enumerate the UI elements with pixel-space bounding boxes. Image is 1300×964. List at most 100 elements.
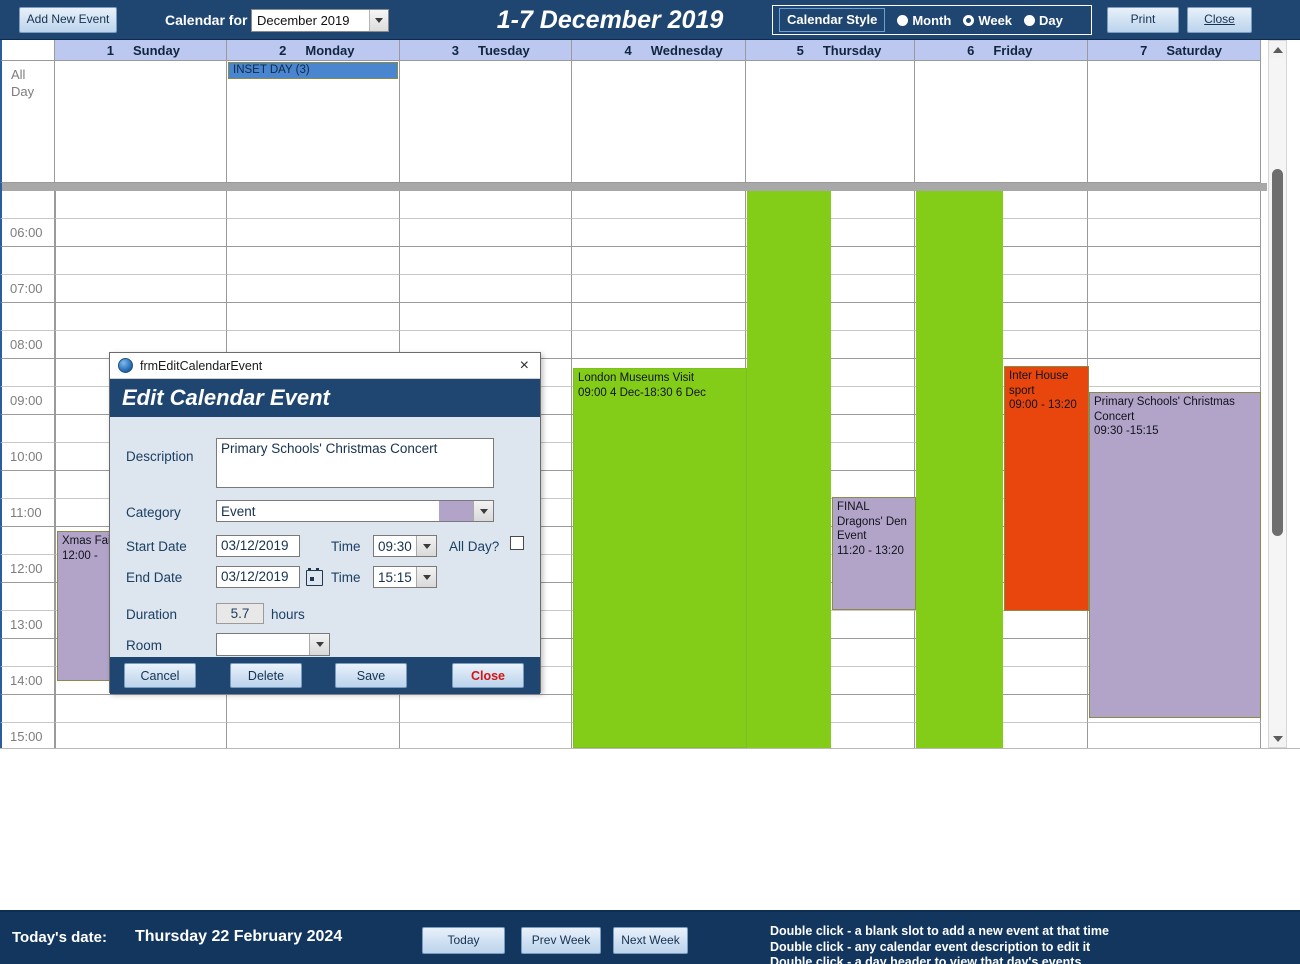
close-button[interactable]: Close bbox=[1187, 7, 1252, 33]
time-slot-cell[interactable] bbox=[227, 219, 400, 247]
time-slot-cell[interactable] bbox=[55, 219, 227, 247]
time-slot-cell[interactable] bbox=[227, 723, 400, 748]
all-day-cell-friday[interactable] bbox=[915, 61, 1088, 183]
radio-icon-month bbox=[897, 14, 909, 26]
time-slot-cell[interactable] bbox=[1088, 247, 1261, 275]
time-slot-cell[interactable] bbox=[227, 303, 400, 331]
dialog-close-button[interactable]: Close bbox=[452, 663, 524, 688]
time-slot-cell[interactable] bbox=[1088, 191, 1261, 219]
time-slot-cell[interactable] bbox=[55, 723, 227, 748]
today-button[interactable]: Today bbox=[422, 927, 505, 954]
time-label-blank bbox=[0, 415, 55, 443]
time-slot-cell[interactable] bbox=[1088, 359, 1261, 387]
all-day-cell-wednesday[interactable] bbox=[572, 61, 746, 183]
scroll-down-button[interactable] bbox=[1269, 730, 1286, 747]
grid-splitter[interactable] bbox=[0, 183, 1267, 191]
close-icon[interactable]: × bbox=[520, 357, 529, 374]
time-slot-cell[interactable] bbox=[400, 219, 572, 247]
all-day-cell-saturday[interactable] bbox=[1088, 61, 1261, 183]
time-slot-cell[interactable] bbox=[1088, 723, 1261, 748]
time-slot-cell[interactable] bbox=[55, 247, 227, 275]
day-header-thursday[interactable]: 5 Thursday bbox=[746, 40, 915, 61]
time-slot-cell[interactable] bbox=[55, 275, 227, 303]
month-year-select[interactable]: December 2019 bbox=[251, 9, 389, 32]
room-select[interactable] bbox=[216, 633, 330, 656]
time-slot-cell[interactable] bbox=[572, 219, 746, 247]
end-date-field[interactable]: 03/12/2019 bbox=[216, 566, 300, 588]
time-slot-cell[interactable] bbox=[1088, 331, 1261, 359]
description-field[interactable]: Primary Schools' Christmas Concert bbox=[216, 438, 494, 488]
time-grid-row bbox=[0, 303, 1267, 331]
all-day-cell-sunday[interactable] bbox=[55, 61, 227, 183]
scrollbar-track-lower[interactable] bbox=[1269, 536, 1286, 725]
radio-option-week[interactable]: Week bbox=[963, 13, 1012, 28]
time-label-0800: 08:00 bbox=[0, 331, 55, 359]
vertical-scrollbar[interactable] bbox=[1268, 40, 1287, 748]
time-slot-cell[interactable] bbox=[55, 303, 227, 331]
all-day-cell-thursday[interactable] bbox=[746, 61, 915, 183]
radio-option-month[interactable]: Month bbox=[897, 13, 951, 28]
add-new-event-button[interactable]: Add New Event bbox=[19, 7, 117, 33]
all-day-row: All Day INSET DAY (3) bbox=[0, 61, 1267, 183]
time-slot-cell[interactable] bbox=[1088, 303, 1261, 331]
time-slot-cell[interactable] bbox=[227, 275, 400, 303]
prev-week-button[interactable]: Prev Week bbox=[521, 927, 601, 954]
description-label: Description bbox=[126, 449, 194, 464]
time-slot-cell[interactable] bbox=[1088, 275, 1261, 303]
time-slot-cell[interactable] bbox=[55, 695, 227, 723]
calendar-event-inter-house-sport[interactable]: Inter House sport 09:00 - 13:20 bbox=[1004, 366, 1089, 611]
day-header-tuesday[interactable]: 3 Tuesday bbox=[400, 40, 572, 61]
radio-option-day[interactable]: Day bbox=[1024, 13, 1063, 28]
time-slot-cell[interactable] bbox=[400, 723, 572, 748]
time-slot-cell[interactable] bbox=[400, 191, 572, 219]
chevron-down-icon bbox=[1272, 735, 1283, 742]
time-slot-cell[interactable] bbox=[400, 303, 572, 331]
chevron-up-icon bbox=[1272, 46, 1283, 53]
calendar-event-final-dragons-den-event[interactable]: FINAL Dragons' Den Event 11:20 - 13:20 bbox=[832, 497, 916, 610]
time-slot-cell[interactable] bbox=[400, 247, 572, 275]
calendar-event-london-museums-visit[interactable]: London Museums Visit 09:00 4 Dec-18:30 6 … bbox=[573, 368, 747, 748]
save-button[interactable]: Save bbox=[335, 663, 407, 688]
time-slot-cell[interactable] bbox=[400, 695, 572, 723]
time-slot-cell[interactable] bbox=[227, 695, 400, 723]
radio-label-month: Month bbox=[912, 12, 952, 28]
all-day-event-inset-day[interactable]: INSET DAY (3) bbox=[228, 62, 398, 79]
all-day-checkbox[interactable] bbox=[510, 536, 524, 550]
time-label-blank bbox=[0, 583, 55, 611]
time-slot-cell[interactable] bbox=[55, 191, 227, 219]
time-slot-cell[interactable] bbox=[227, 191, 400, 219]
day-header-number: 2 bbox=[279, 42, 287, 58]
print-button[interactable]: Print bbox=[1107, 7, 1179, 33]
all-day-cell-monday[interactable]: INSET DAY (3) bbox=[227, 61, 400, 183]
day-header-sunday[interactable]: 1 Sunday bbox=[55, 40, 227, 61]
calendar-event-primary-schools-christmas-concert[interactable]: Primary Schools' Christmas Concert 09:30 … bbox=[1089, 392, 1261, 718]
time-slot-cell[interactable] bbox=[572, 275, 746, 303]
day-header-saturday[interactable]: 7 Saturday bbox=[1088, 40, 1261, 61]
day-header-friday[interactable]: 6 Friday bbox=[915, 40, 1088, 61]
scroll-up-button[interactable] bbox=[1269, 41, 1286, 58]
day-header-wednesday[interactable]: 4 Wednesday bbox=[572, 40, 746, 61]
category-select[interactable]: Event bbox=[216, 500, 494, 522]
end-time-select[interactable]: 15:15 bbox=[373, 566, 437, 588]
time-slot-cell[interactable] bbox=[572, 331, 746, 359]
scrollbar-track-upper[interactable] bbox=[1269, 58, 1286, 169]
time-slot-cell[interactable] bbox=[572, 191, 746, 219]
start-time-select[interactable]: 09:30 bbox=[373, 535, 437, 557]
week-range-title: 1-7 December 2019 bbox=[496, 6, 724, 34]
scrollbar-thumb[interactable] bbox=[1272, 169, 1283, 536]
cancel-button[interactable]: Cancel bbox=[124, 663, 196, 688]
time-slot-cell[interactable] bbox=[400, 275, 572, 303]
start-date-field[interactable]: 03/12/2019 bbox=[216, 535, 300, 557]
calendar-picker-icon[interactable] bbox=[306, 567, 323, 586]
time-label-blank bbox=[0, 695, 55, 723]
time-slot-cell[interactable] bbox=[227, 247, 400, 275]
time-label-0900: 09:00 bbox=[0, 387, 55, 415]
radio-icon-week bbox=[963, 14, 975, 26]
all-day-cell-tuesday[interactable] bbox=[400, 61, 572, 183]
time-slot-cell[interactable] bbox=[572, 303, 746, 331]
time-slot-cell[interactable] bbox=[1088, 219, 1261, 247]
day-header-monday[interactable]: 2 Monday bbox=[227, 40, 400, 61]
delete-button[interactable]: Delete bbox=[230, 663, 302, 688]
next-week-button[interactable]: Next Week bbox=[613, 927, 688, 954]
time-slot-cell[interactable] bbox=[572, 247, 746, 275]
